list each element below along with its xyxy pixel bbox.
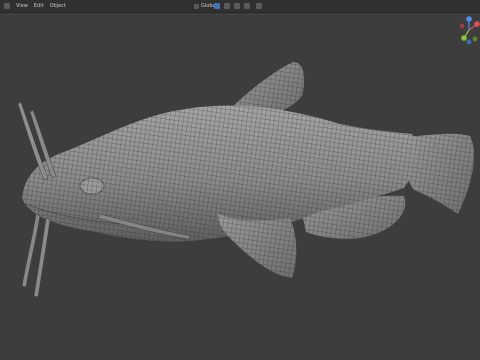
catfish-mesh[interactable] [17, 62, 474, 298]
snap-toggle[interactable] [224, 2, 230, 10]
proportional-edit-icon [234, 3, 240, 9]
proportional-toggle[interactable] [234, 2, 240, 10]
orientation-icon [194, 3, 199, 9]
extra-tool[interactable] [244, 2, 250, 10]
menu-object[interactable]: Object [50, 1, 66, 11]
3d-viewport[interactable] [0, 13, 480, 360]
transform-pivot-icon [214, 3, 220, 9]
header-menu: View Edit Object [4, 1, 66, 11]
shading-toggle[interactable] [256, 2, 262, 10]
menu-view[interactable]: View [16, 1, 28, 11]
pivot-point[interactable] [214, 2, 220, 10]
viewport-header: View Edit Object Global [0, 0, 480, 13]
options-icon [244, 3, 250, 9]
blender-app: View Edit Object Global [0, 0, 480, 360]
magnet-icon [224, 3, 230, 9]
menu-edit[interactable]: Edit [34, 1, 44, 11]
editor-type-icon[interactable] [4, 3, 10, 9]
solid-shading-icon [256, 3, 262, 9]
